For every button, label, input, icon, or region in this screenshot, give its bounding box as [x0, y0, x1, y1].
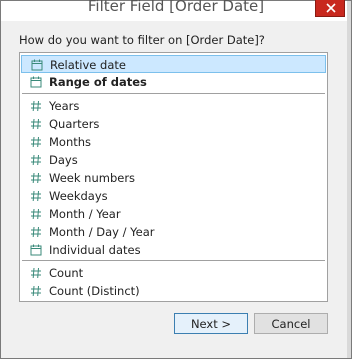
filter-prompt: How do you want to filter on [Order Date… [19, 33, 265, 47]
cancel-button[interactable]: Cancel [254, 313, 328, 334]
next-button[interactable]: Next > [174, 313, 248, 334]
close-icon [326, 3, 336, 13]
list-item-label: Week numbers [49, 171, 136, 185]
hash-icon [30, 154, 42, 166]
list-item[interactable]: Months [21, 133, 326, 151]
cancel-button-label: Cancel [271, 316, 311, 331]
hash-icon [30, 208, 42, 220]
list-item[interactable]: Month / Year [21, 205, 326, 223]
list-item-label: Months [49, 135, 92, 149]
list-item-label: Month / Day / Year [49, 225, 155, 239]
list-item[interactable]: Range of dates [21, 73, 326, 91]
hash-icon [30, 190, 42, 202]
hash-icon [30, 226, 42, 238]
title-bar: Filter Field [Order Date] [1, 0, 351, 21]
list-item-label: Count [49, 266, 84, 280]
calendar-icon [30, 244, 42, 256]
list-item[interactable]: Quarters [21, 115, 326, 133]
filter-type-list[interactable]: Relative date Range of dates Years Quarters… [19, 52, 328, 302]
list-item[interactable]: Count (Distinct) [21, 282, 326, 300]
list-item-label: Days [49, 153, 78, 167]
dialog-title: Filter Field [Order Date] [87, 0, 265, 15]
list-item-label: Quarters [49, 117, 100, 131]
list-item-label: Individual dates [49, 243, 141, 257]
hash-icon [30, 267, 42, 279]
hash-icon [30, 136, 42, 148]
list-item-label: Relative date [50, 58, 126, 72]
list-item[interactable]: Relative date [21, 55, 326, 73]
next-button-label: Next > [190, 316, 232, 331]
list-item[interactable]: Count [21, 264, 326, 282]
window-edge [347, 1, 351, 358]
list-item[interactable]: Individual dates [21, 241, 326, 259]
list-separator [22, 260, 325, 261]
list-item[interactable]: Weekdays [21, 187, 326, 205]
hash-icon [30, 285, 42, 297]
calendar-icon [31, 59, 43, 71]
calendar-icon [30, 76, 42, 88]
hash-icon [30, 100, 42, 112]
list-item[interactable]: Week numbers [21, 169, 326, 187]
list-item-label: Range of dates [49, 75, 147, 89]
list-item-label: Month / Year [49, 207, 121, 221]
list-item-label: Years [49, 99, 80, 113]
list-item[interactable]: Month / Day / Year [21, 223, 326, 241]
hash-icon [30, 118, 42, 130]
list-separator [22, 93, 325, 94]
list-item-label: Count (Distinct) [49, 284, 140, 298]
filter-field-dialog: Filter Field [Order Date] How do you wan… [0, 0, 352, 359]
list-item-label: Weekdays [49, 189, 108, 203]
list-item[interactable]: Days [21, 151, 326, 169]
close-button[interactable] [315, 0, 345, 17]
list-item[interactable]: Years [21, 97, 326, 115]
hash-icon [30, 172, 42, 184]
